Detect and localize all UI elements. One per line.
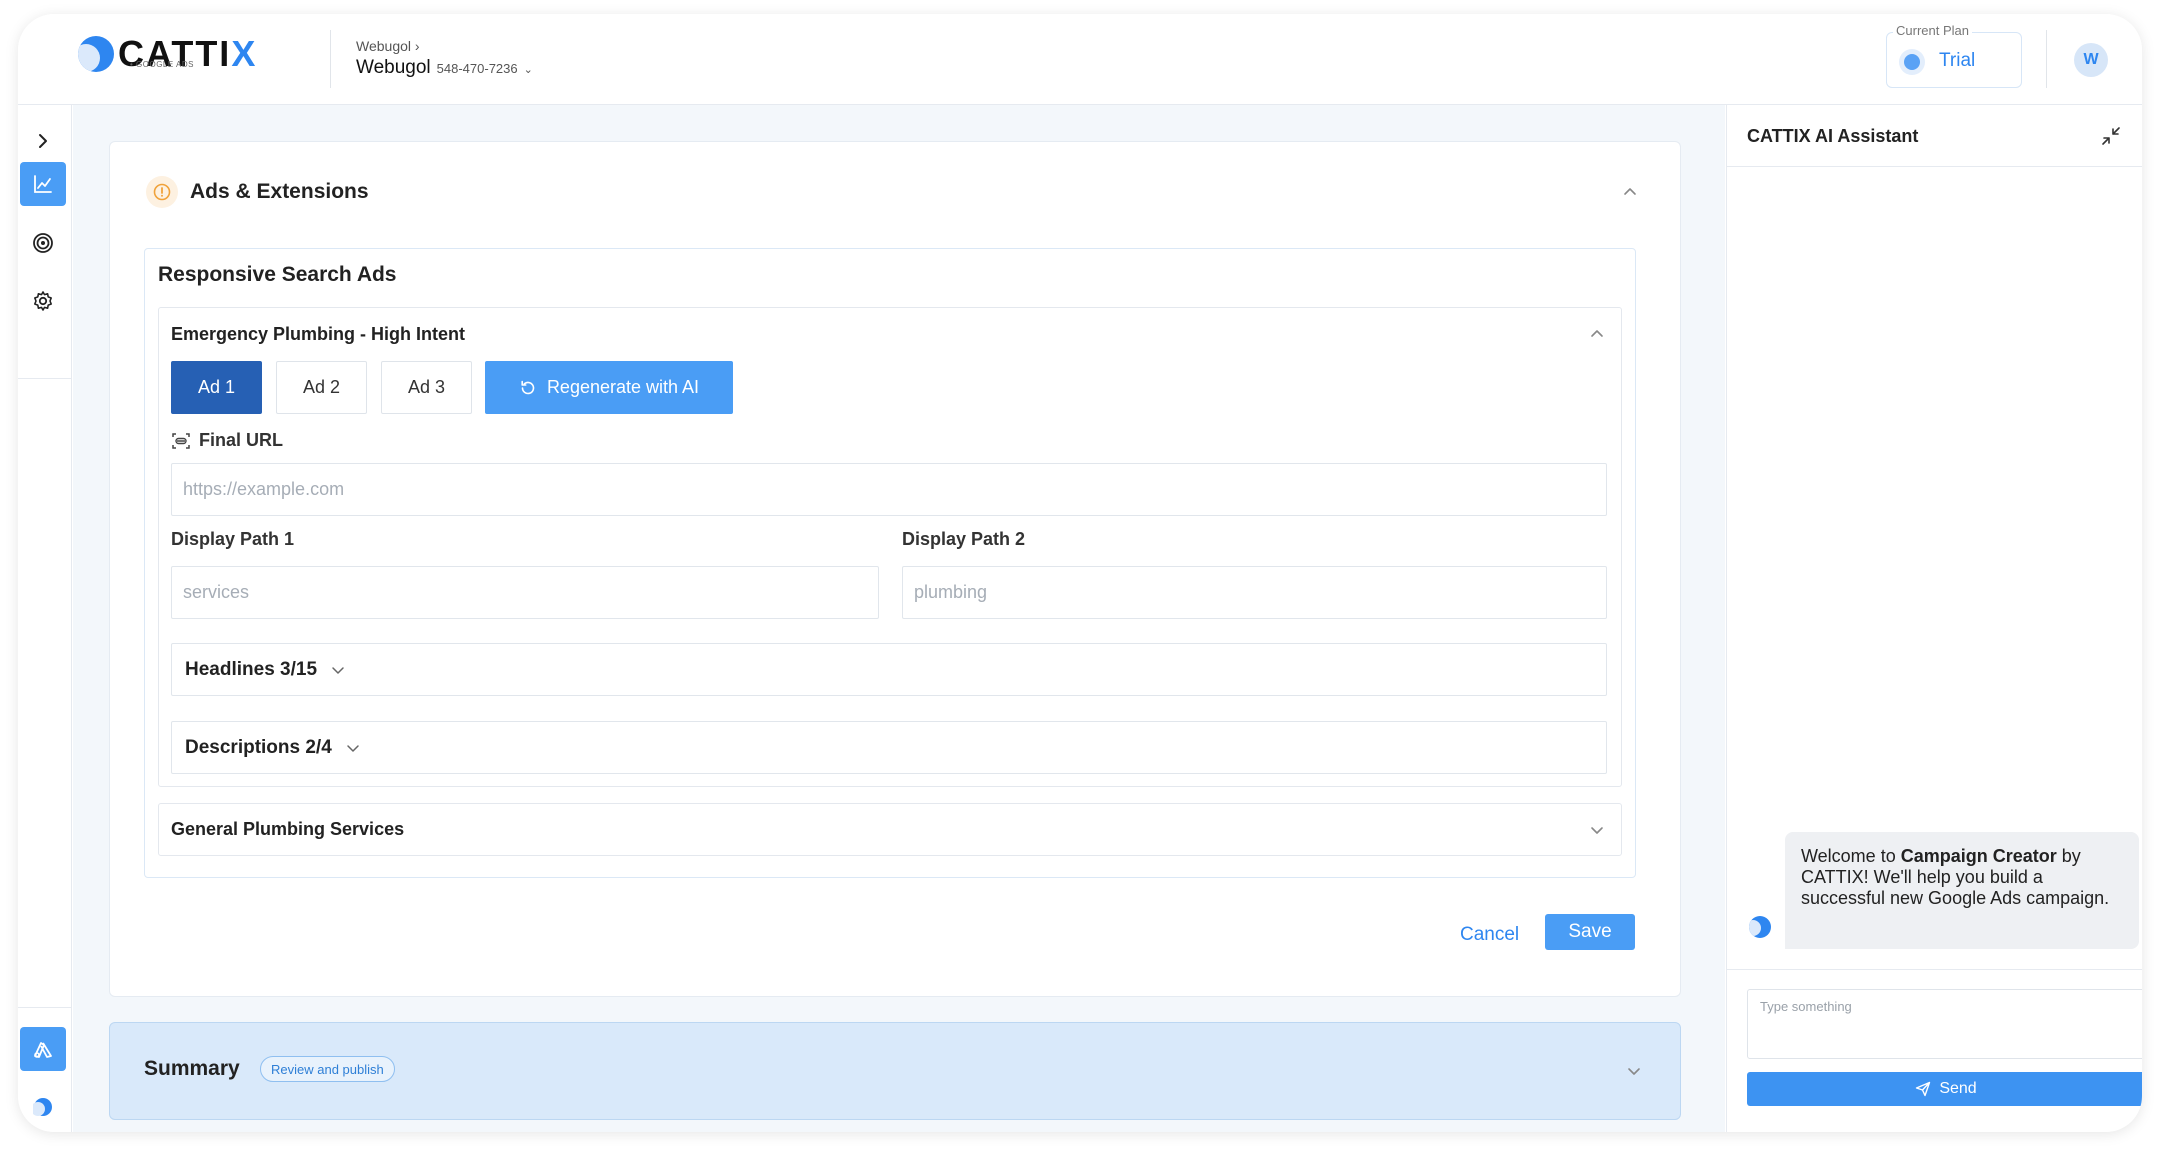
chevron-right-icon: [39, 134, 47, 148]
sidebar-divider: [18, 1007, 71, 1008]
assistant-title: CATTIX AI Assistant: [1747, 126, 1919, 146]
send-button[interactable]: Send: [1747, 1072, 2142, 1106]
sidebar-item-assistant[interactable]: [20, 1085, 66, 1129]
responsive-search-ads-box: Responsive Search Ads Emergency Plumbing…: [144, 248, 1636, 878]
chart-icon: [34, 175, 52, 193]
display-path-1-label: Display Path 1: [171, 529, 295, 549]
top-header: CATTIX • GOOGLE ADS Webugol › Webugol 54…: [18, 14, 2142, 105]
google-ads-icon: [34, 1042, 52, 1058]
ads-extensions-card: Ads & Extensions Responsive Search Ads E…: [109, 141, 1681, 997]
display-path-2-input[interactable]: plumbing: [902, 566, 1607, 619]
regenerate-button[interactable]: Regenerate with AI: [485, 361, 733, 414]
send-label: Send: [1939, 1080, 1977, 1097]
expand-sidebar-button[interactable]: [20, 119, 66, 163]
account-id: 548-470-7236: [436, 61, 518, 76]
display-path-2-label: Display Path 2: [902, 529, 1026, 549]
rsa-title: Responsive Search Ads: [158, 263, 397, 286]
summary-panel[interactable]: Summary Review and publish: [109, 1022, 1681, 1120]
summary-title: Summary: [144, 1057, 240, 1080]
chevron-down-icon[interactable]: [1626, 1063, 1642, 1084]
account-name: Webugol: [356, 57, 431, 78]
warning-icon: [146, 176, 178, 208]
divider: [2046, 30, 2047, 88]
app-window: CATTIX • GOOGLE ADS Webugol › Webugol 54…: [18, 14, 2142, 1132]
ad-group-title: General Plumbing Services: [171, 819, 405, 839]
send-icon: [1916, 1081, 1931, 1097]
assistant-avatar: [1749, 916, 1771, 938]
gear-icon: [34, 291, 52, 311]
avatar[interactable]: W: [2074, 43, 2108, 77]
save-button[interactable]: Save: [1545, 914, 1635, 950]
plan-icon: [1899, 49, 1925, 75]
logo-icon: [78, 36, 114, 72]
divider: [1727, 969, 2142, 970]
sidebar-divider: [18, 378, 71, 379]
current-plan-box[interactable]: Current Plan Trial: [1886, 23, 2022, 88]
main-content: Ads & Extensions Responsive Search Ads E…: [73, 105, 1725, 1132]
assistant-message: Welcome to Campaign Creator by CATTIX! W…: [1785, 832, 2139, 949]
divider: [330, 30, 331, 88]
ad-group-panel: Emergency Plumbing - High Intent Ad 1 Ad…: [158, 307, 1622, 787]
final-url-input[interactable]: https://example.com: [171, 463, 1607, 516]
descriptions-label: Descriptions 2/4: [185, 737, 332, 758]
ai-assistant-panel: CATTIX AI Assistant Welcome to Campaign …: [1726, 105, 2142, 1132]
refresh-icon: [521, 380, 535, 394]
regenerate-label: Regenerate with AI: [546, 377, 700, 397]
account-switcher[interactable]: Webugol › Webugol 548-470-7236 ⌄: [356, 38, 533, 79]
headlines-label: Headlines 3/15: [185, 659, 318, 680]
status-badge: Review and publish: [260, 1056, 395, 1082]
sidebar-item-targeting[interactable]: [20, 221, 66, 265]
sidebar: [18, 105, 72, 1132]
link-scan-icon: [172, 432, 190, 449]
target-icon: [33, 233, 53, 253]
ad-group-panel-collapsed[interactable]: General Plumbing Services: [158, 803, 1622, 856]
plan-label: Current Plan: [1893, 23, 1972, 38]
chat-input[interactable]: Type something: [1747, 989, 2142, 1059]
chevron-up-icon[interactable]: [1622, 184, 1638, 205]
chevron-down-icon[interactable]: ⌄: [524, 63, 533, 76]
section-title: Ads & Extensions: [190, 180, 369, 203]
sidebar-item-analytics[interactable]: [20, 162, 66, 206]
display-path-1-input[interactable]: services: [171, 566, 879, 619]
sidebar-item-ads[interactable]: [20, 1027, 66, 1071]
chevron-down-icon: [347, 745, 359, 752]
sidebar-item-settings[interactable]: [20, 279, 66, 323]
tab-ad-1[interactable]: Ad 1: [171, 361, 262, 414]
descriptions-collapse[interactable]: Descriptions 2/4: [171, 721, 1607, 774]
cancel-button[interactable]: Cancel: [1460, 924, 1519, 946]
account-breadcrumb: Webugol ›: [356, 38, 420, 54]
chevron-down-icon: [332, 667, 344, 674]
chevron-right-icon: ›: [414, 38, 420, 54]
assistant-header: CATTIX AI Assistant: [1727, 105, 2142, 167]
logo-subtitle: • GOOGLE ADS: [130, 60, 194, 69]
minimize-icon[interactable]: [2100, 125, 2122, 152]
ad-group-title[interactable]: Emergency Plumbing - High Intent: [171, 324, 465, 345]
cattix-logo-icon: [33, 1098, 52, 1116]
tab-ad-2[interactable]: Ad 2: [276, 361, 367, 414]
chevron-down-icon[interactable]: [1589, 822, 1605, 843]
plan-name: Trial: [1939, 50, 1976, 71]
final-url-label: Final URL: [171, 430, 283, 451]
headlines-collapse[interactable]: Headlines 3/15: [171, 643, 1607, 696]
tab-ad-3[interactable]: Ad 3: [381, 361, 472, 414]
chevron-up-icon[interactable]: [1589, 326, 1605, 347]
